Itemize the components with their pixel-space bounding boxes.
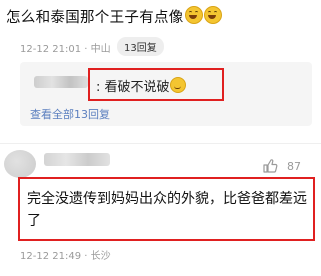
- avatar[interactable]: [4, 150, 36, 178]
- blurred-username: [44, 153, 110, 166]
- comment-1: 怎么和泰国那个王子有点像: [6, 6, 222, 27]
- thumbs-up-icon[interactable]: [262, 158, 278, 174]
- blurred-username: [34, 76, 88, 88]
- comment-2-time: 12-12 21:49: [20, 251, 82, 262]
- comment-1-text: 怎么和泰国那个王子有点像: [6, 10, 184, 26]
- comment-1-meta: 12-12 21:01 · 中山: [20, 44, 111, 55]
- reply-count-button[interactable]: 13回复: [117, 37, 164, 56]
- comment-2-meta: 12-12 21:49 · 长沙: [20, 251, 111, 262]
- divider: [0, 143, 321, 144]
- view-all-replies-link[interactable]: 查看全部13回复: [30, 106, 110, 122]
- like-count: 87: [287, 160, 301, 173]
- grin-emoji-icon: [184, 6, 203, 24]
- comment-1-time: 12-12 21:01: [20, 44, 82, 55]
- comment-1-location: 中山: [90, 44, 111, 55]
- highlight-box-reply: [88, 68, 224, 101]
- highlight-box-comment: [18, 177, 315, 241]
- comment-2-location: 长沙: [90, 251, 111, 262]
- grin-emoji-icon: [203, 6, 222, 24]
